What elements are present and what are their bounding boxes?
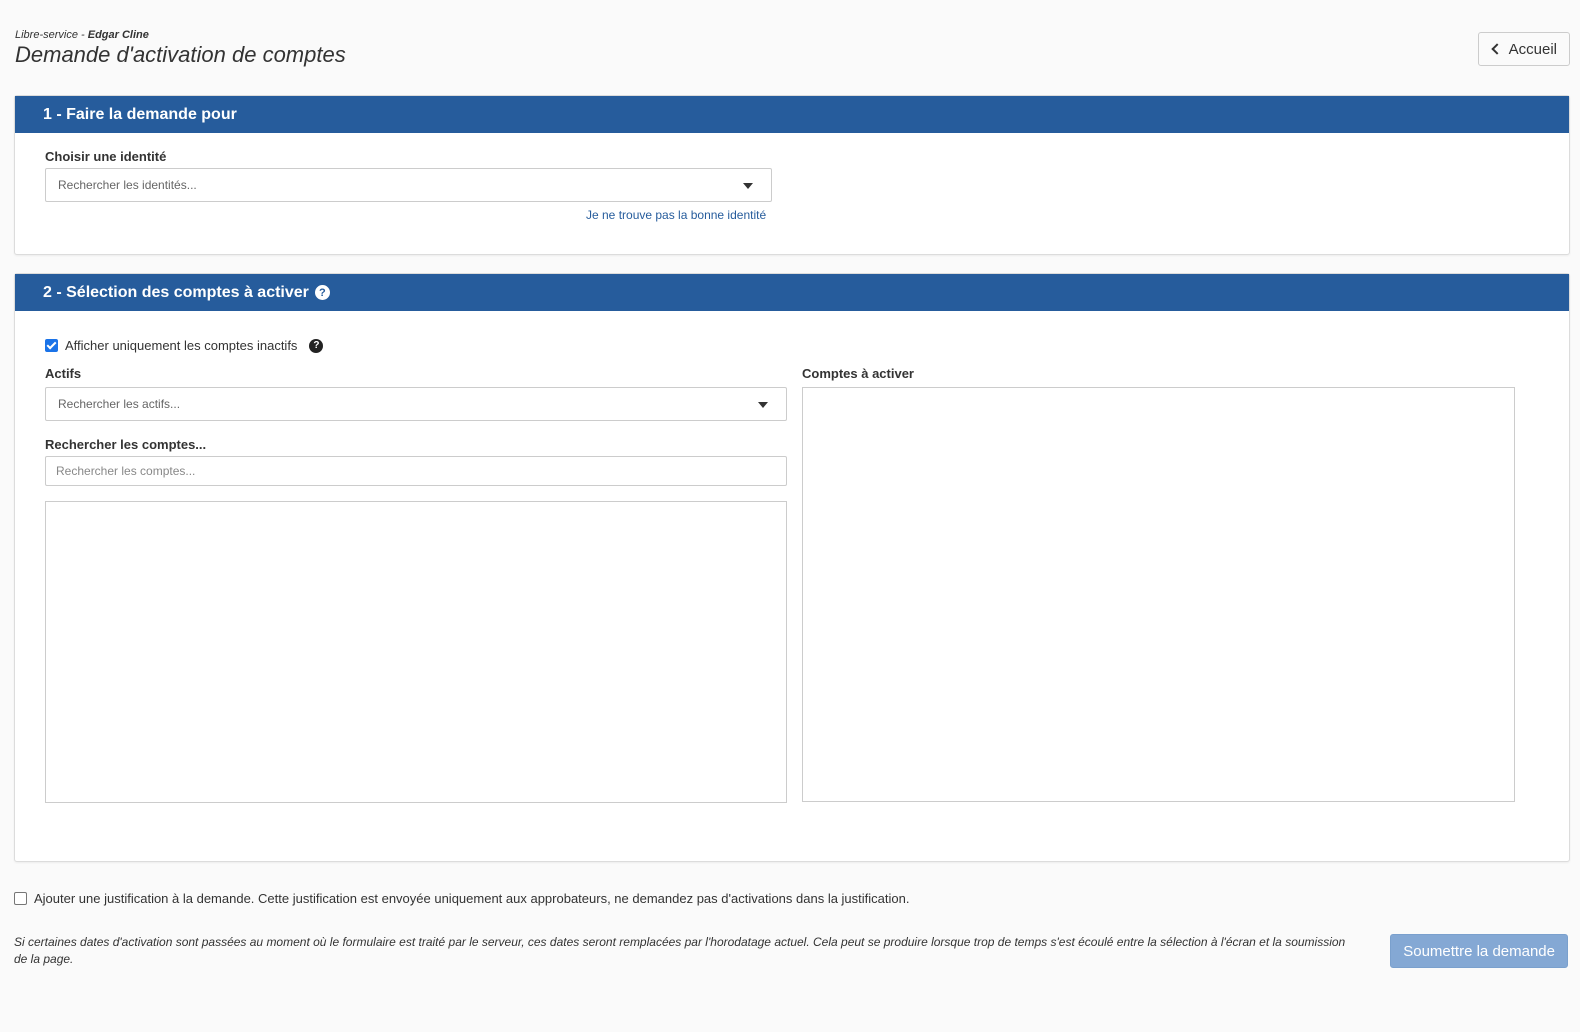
identity-select-placeholder: Rechercher les identités...: [58, 178, 197, 192]
home-button[interactable]: Accueil: [1477, 32, 1570, 66]
breadcrumb-user: Edgar Cline: [87, 29, 149, 41]
identity-select[interactable]: Rechercher les identités...: [45, 168, 772, 202]
breadcrumb: Libre-service - Edgar Cline: [15, 28, 346, 42]
assets-select[interactable]: Rechercher les actifs...: [45, 387, 787, 421]
accounts-selection-heading: 2 - Sélection des comptes à activer ?: [15, 274, 1569, 311]
justification-label: Ajouter une justification à la demande. …: [34, 891, 910, 906]
page-title: Demande d'activation de comptes: [15, 42, 346, 67]
chevron-left-icon: [1490, 43, 1503, 55]
only-inactive-row: Afficher uniquement les comptes inactifs…: [45, 338, 324, 353]
to-activate-label: Comptes à activer: [802, 366, 914, 381]
accounts-search-label: Rechercher les comptes...: [45, 437, 207, 452]
request-for-heading: 1 - Faire la demande pour: [15, 96, 1569, 133]
accounts-to-activate-list[interactable]: [802, 387, 1515, 802]
breadcrumb-prefix: Libre-service -: [15, 29, 88, 41]
identity-not-found-link[interactable]: Je ne trouve pas la bonne identité: [586, 208, 766, 222]
justification-checkbox[interactable]: [14, 892, 27, 905]
justification-row: Ajouter une justification à la demande. …: [14, 891, 909, 906]
page: Libre-service - Edgar Cline Demande d'ac…: [0, 0, 1580, 1032]
identity-label: Choisir une identité: [45, 149, 167, 164]
only-inactive-label: Afficher uniquement les comptes inactifs: [65, 338, 298, 353]
available-accounts-list[interactable]: [45, 501, 787, 803]
page-header: Libre-service - Edgar Cline Demande d'ac…: [15, 28, 346, 68]
caret-down-icon: [743, 183, 753, 189]
home-button-label: Accueil: [1508, 40, 1557, 58]
activation-date-note: Si certaines dates d'activation sont pas…: [14, 935, 1346, 966]
accounts-search-input[interactable]: [45, 456, 787, 486]
accounts-selection-heading-text: 2 - Sélection des comptes à activer: [43, 283, 309, 301]
accounts-selection-panel: 2 - Sélection des comptes à activer ? Af…: [14, 273, 1570, 862]
assets-select-placeholder: Rechercher les actifs...: [58, 397, 181, 411]
submit-request-button[interactable]: Soumettre la demande: [1390, 934, 1568, 968]
caret-down-icon: [758, 402, 768, 408]
question-circle-icon[interactable]: ?: [314, 285, 330, 300]
question-circle-icon[interactable]: ?: [309, 338, 324, 353]
request-for-heading-text: 1 - Faire la demande pour: [43, 105, 237, 123]
request-for-panel: 1 - Faire la demande pour Choisir une id…: [14, 95, 1570, 255]
only-inactive-checkbox[interactable]: [45, 339, 58, 352]
assets-label: Actifs: [45, 366, 82, 381]
